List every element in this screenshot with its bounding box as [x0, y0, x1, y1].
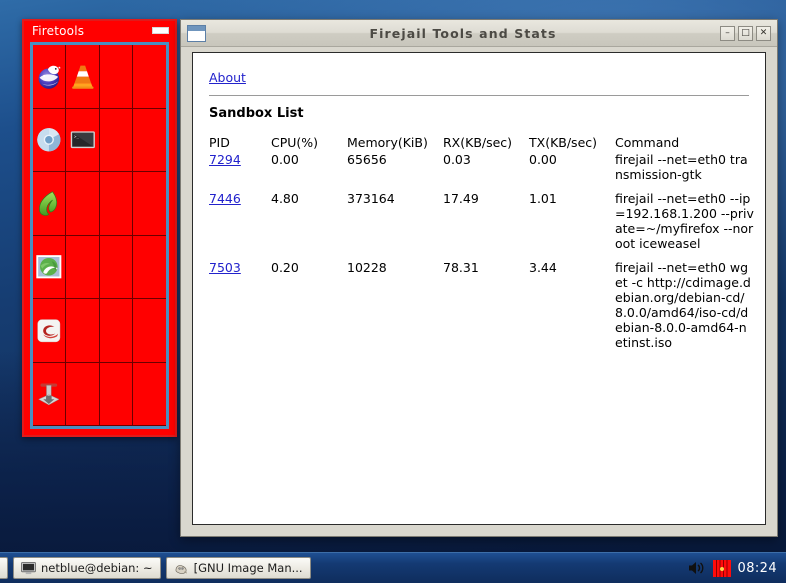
taskbar-item-partial[interactable]: [0, 557, 8, 579]
window-menu-icon[interactable]: [187, 24, 206, 42]
firetools-titlebar[interactable]: Firetools: [24, 21, 175, 40]
close-button[interactable]: ✕: [756, 25, 771, 41]
chromium-icon: [37, 128, 61, 152]
launcher-cell-empty-1-4: [132, 45, 166, 109]
content-divider: [209, 95, 749, 96]
launcher-cell-empty-4-2: [66, 235, 100, 299]
launcher-cell-icedove[interactable]: [33, 235, 67, 299]
sandbox-table: PID CPU(%) Memory(KiB) RX(KB/sec) TX(KB/…: [209, 135, 754, 359]
terminal-icon: [21, 561, 36, 574]
column-header-memory: Memory(KiB): [347, 135, 428, 150]
launcher-cell-empty-3-3: [99, 172, 133, 236]
clock[interactable]: 08:24: [738, 561, 777, 576]
cell-pid: 7294: [209, 152, 271, 191]
cell-command: firejail --net=eth0 transmission-gtk: [615, 152, 748, 182]
cell-memory: 373164: [347, 191, 395, 206]
cell-tx: 1.01: [529, 191, 557, 206]
pid-link[interactable]: 7294: [209, 152, 241, 167]
cell-rx: 0.03: [443, 152, 471, 167]
window-controls: – □ ✕: [720, 25, 771, 41]
launcher-cell-empty-4-3: [99, 235, 133, 299]
minimize-button[interactable]: –: [720, 25, 735, 41]
firejail-content-panel: About Sandbox List PID CPU(%) Memory(KiB…: [192, 52, 766, 525]
firetools-minimize-button[interactable]: [152, 27, 169, 34]
about-link[interactable]: About: [209, 70, 246, 85]
column-header-rx: RX(KB/sec): [443, 135, 513, 150]
vlc-icon: [71, 65, 94, 89]
cell-cpu: 0.20: [271, 260, 299, 275]
launcher-cell-empty-4-4: [132, 236, 166, 299]
column-header-pid: PID: [209, 135, 230, 150]
evince-icon: [37, 318, 61, 342]
launcher-cell-empty-6-2: [66, 362, 100, 426]
midori-icon: [39, 190, 58, 216]
table-row: 7446 4.80 373164 17.49 1.01 firejail --n…: [209, 191, 754, 260]
maximize-button[interactable]: □: [738, 25, 753, 41]
cell-pid: 7446: [209, 191, 271, 260]
launcher-cell-evince[interactable]: [33, 299, 67, 363]
firetools-window[interactable]: Firetools >_: [22, 19, 177, 437]
launcher-cell-empty-1-3: [99, 45, 133, 109]
taskbar-item-label: netblue@debian: ~: [41, 561, 153, 575]
cell-command: firejail --net=eth0 --ip=192.168.1.200 -…: [615, 191, 754, 251]
launcher-cell-vlc[interactable]: [66, 45, 100, 109]
firejail-tray-icon[interactable]: [712, 559, 731, 577]
cell-rx: 78.31: [443, 260, 479, 275]
launcher-cell-chromium[interactable]: [33, 108, 67, 172]
launcher-cell-iceweasel[interactable]: [33, 45, 67, 109]
sandbox-list-heading: Sandbox List: [209, 106, 304, 121]
launcher-cell-empty-5-2: [66, 299, 100, 363]
firejail-window-title: Firejail Tools and Stats: [369, 25, 557, 41]
system-tray: 08:24: [687, 559, 786, 577]
launcher-cell-empty-6-3: [99, 362, 133, 426]
table-header-row: PID CPU(%) Memory(KiB) RX(KB/sec) TX(KB/…: [209, 135, 754, 152]
cell-memory: 65656: [347, 152, 387, 167]
icedove-icon: [36, 255, 62, 279]
launcher-cell-empty-3-2: [66, 172, 100, 236]
taskbar-item-label: [GNU Image Man...: [193, 561, 303, 575]
column-header-tx: TX(KB/sec): [529, 135, 598, 150]
cell-command: firejail --net=eth0 wget -c http://cdima…: [615, 260, 751, 350]
launcher-cell-empty-6-4: [132, 363, 166, 426]
cell-tx: 3.44: [529, 260, 557, 275]
table-row: 7503 0.20 10228 78.31 3.44 firejail --ne…: [209, 260, 754, 359]
launcher-cell-empty-2-3: [99, 108, 133, 172]
cell-rx: 17.49: [443, 191, 479, 206]
terminal-icon: >_: [70, 131, 95, 149]
launcher-cell-empty-2-4: [132, 109, 166, 172]
launcher-cell-empty-5-3: [99, 299, 133, 363]
iceweasel-icon: [38, 65, 61, 89]
cell-cpu: 0.00: [271, 152, 299, 167]
taskbar: netblue@debian: ~ [GNU Image Man... 08:2…: [0, 552, 786, 583]
launcher-cell-empty-3-4: [132, 172, 166, 236]
pid-link[interactable]: 7446: [209, 191, 241, 206]
firetools-icon-grid: >_: [33, 45, 166, 426]
launcher-cell-midori[interactable]: [33, 172, 67, 236]
firejail-window[interactable]: Firejail Tools and Stats – □ ✕ About San…: [180, 19, 778, 537]
speaker-icon[interactable]: [687, 560, 706, 576]
gimp-icon: [175, 564, 187, 574]
cell-memory: 10228: [347, 260, 387, 275]
firetools-title: Firetools: [32, 23, 85, 38]
launcher-cell-transmission[interactable]: [33, 362, 67, 426]
launcher-cell-empty-5-4: [132, 299, 166, 363]
svg-text:>_: >_: [74, 134, 80, 139]
pid-link[interactable]: 7503: [209, 260, 241, 275]
firejail-titlebar[interactable]: Firejail Tools and Stats – □ ✕: [181, 20, 777, 47]
table-row: 7294 0.00 65656 0.03 0.00 firejail --net…: [209, 152, 754, 191]
column-header-cpu: CPU(%): [271, 135, 319, 150]
firetools-icon-panel: >_: [30, 42, 169, 429]
cell-tx: 0.00: [529, 152, 557, 167]
launcher-cell-terminal[interactable]: >_: [66, 108, 100, 172]
transmission-icon: [38, 383, 60, 406]
column-header-command: Command: [615, 135, 680, 150]
cell-cpu: 4.80: [271, 191, 299, 206]
cell-pid: 7503: [209, 260, 271, 359]
taskbar-item-terminal[interactable]: netblue@debian: ~: [13, 557, 161, 579]
taskbar-item-gimp[interactable]: [GNU Image Man...: [165, 557, 311, 579]
